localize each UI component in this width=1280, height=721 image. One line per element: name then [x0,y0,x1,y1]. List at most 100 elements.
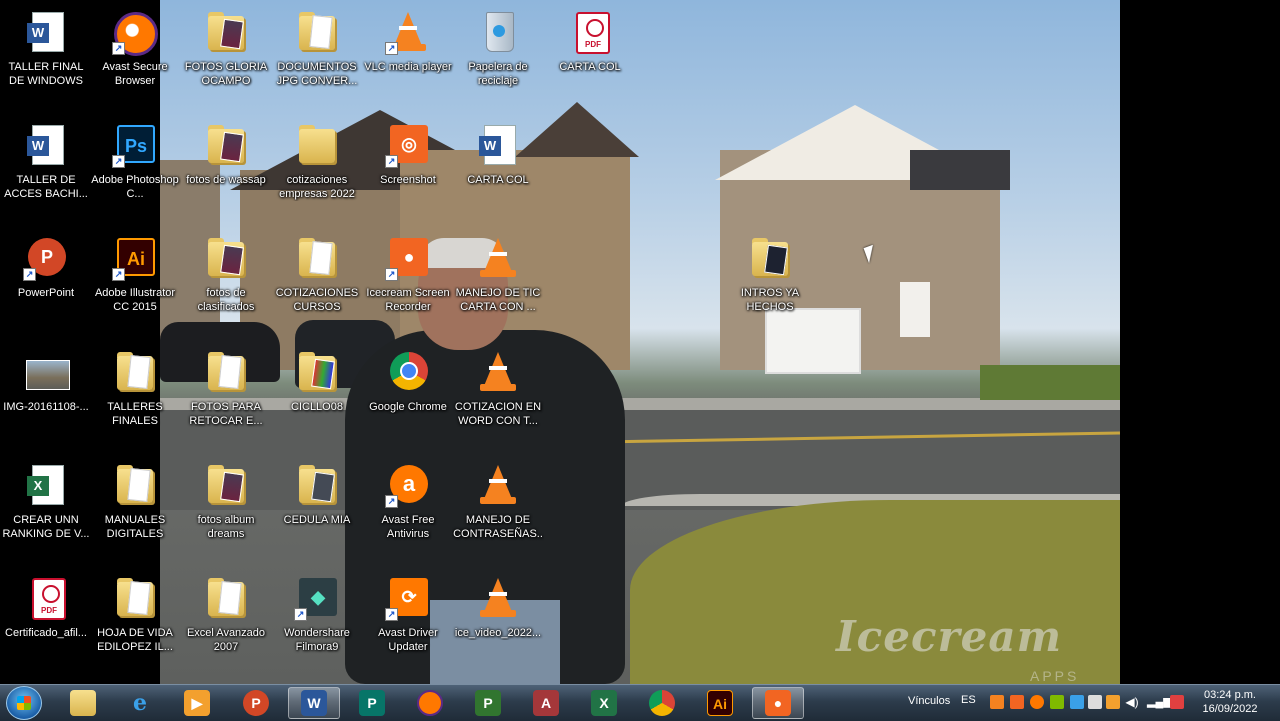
desktop-icon-cotizaciones-cursos[interactable]: COTIZACIONES CURSOS [271,230,363,334]
taskbar-media-player[interactable]: ▶ [171,687,223,719]
desktop-icon-label: Excel Avanzado 2007 [186,627,266,653]
desktop-icon-cotizaciones-empresas[interactable]: cotizaciones empresas 2022 [271,117,363,221]
desktop-icon-avast-driver[interactable]: ⟳ ↗ Avast Driver Updater [362,570,454,674]
taskbar-icecream-recorder[interactable]: ● [752,687,804,719]
desktop-icon-recycle-bin[interactable]: Papelera de reciclaje [452,4,544,108]
desktop-icon-avast-free[interactable]: a ↗ Avast Free Antivirus [362,457,454,561]
desktop-icon-label: FOTOS PARA RETOCAR E... [189,401,263,427]
action-center-flag-icon[interactable] [1170,695,1184,709]
desktop-icon-label: ice_video_2022... [454,627,542,639]
shortcut-arrow-icon: ↗ [294,608,307,621]
desktop-icon-label: COTIZACION EN WORD CON T... [454,401,542,427]
desktop-icon-label: TALLER FINAL DE WINDOWS [8,61,84,87]
desktop-icon-img-20161108[interactable]: IMG-20161108-... [0,344,92,448]
desktop-icon-label: Icecream Screen Recorder [366,287,450,313]
app-tray-icon[interactable] [1050,695,1064,709]
desktop-icon-google-chrome[interactable]: Google Chrome [362,344,454,448]
start-button[interactable] [6,686,42,720]
desktop-icon-talleres-finales[interactable]: TALLERES FINALES [89,344,181,448]
desktop-icon-manejo-tic[interactable]: MANEJO DE TIC CARTA CON ... [452,230,544,334]
desktop-icon-cotizacion-word[interactable]: COTIZACION EN WORD CON T... [452,344,544,448]
taskbar-file-explorer[interactable] [57,687,109,719]
desktop-icon-excel-avanzado[interactable]: Excel Avanzado 2007 [180,570,272,674]
avast-tray-icon[interactable] [1030,695,1044,709]
desktop-icon-filmora[interactable]: ◆ ↗ Wondershare Filmora9 [271,570,363,674]
folder-icon [750,236,790,280]
shortcut-arrow-icon: ↗ [385,155,398,168]
signal-icon[interactable]: ▂▄▆ [1147,695,1172,709]
desktop-icon-taller-final-windows[interactable]: W TALLER FINAL DE WINDOWS [0,4,92,108]
icecream-tray-icon[interactable] [1010,695,1024,709]
taskbar-access[interactable]: A [520,687,572,719]
desktop-icon-crear-ranking[interactable]: X CREAR UNN RANKING DE V... [0,457,92,561]
desktop-icon-manuales-digitales[interactable]: MANUALES DIGITALES [89,457,181,561]
taskbar-avast-browser[interactable] [404,687,456,719]
desktop-icon-intros-ya-hechos[interactable]: INTROS YA HECHOS [724,230,816,334]
links-toolbar[interactable]: Vínculos [908,695,950,707]
vlc-tray-icon[interactable] [990,695,1004,709]
desktop[interactable]: Icecream APPS W TALLER FINAL DE WINDOWS … [0,0,1280,684]
desktop-icon-fotos-gloria[interactable]: FOTOS GLORIA OCAMPO [180,4,272,108]
desktop-icon-carta-col-pdf[interactable]: PDF CARTA COL [544,4,636,108]
folder-icon [115,463,155,507]
pdf-icon: PDF [26,576,66,620]
desktop-icon-illustrator[interactable]: Ai ↗ Adobe Illustrator CC 2015 [89,230,181,334]
volume-icon[interactable]: ◀) [1125,695,1139,709]
desktop-icon-powerpoint[interactable]: P ↗ PowerPoint [0,230,92,334]
desktop-icon-label: Wondershare Filmora9 [284,627,350,653]
network-drive-tray-icon[interactable] [1070,695,1084,709]
desktop-icon-fotos-wassap[interactable]: fotos de wassap [180,117,272,221]
shortcut-arrow-icon: ↗ [385,495,398,508]
taskbar-illustrator[interactable]: Ai [694,687,746,719]
taskbar-internet-explorer[interactable]: e [114,687,166,719]
desktop-icon-documentos-jpg[interactable]: DOCUMENTOS JPG CONVER... [271,4,363,108]
system-clock[interactable]: 03:24 p.m. 16/09/2022 [1190,688,1270,716]
desktop-icon-hoja-de-vida[interactable]: HOJA DE VIDA EDILOPEZ IL... [89,570,181,674]
safely-remove-tray-icon[interactable] [1088,695,1102,709]
desktop-icon-fotos-album-dreams[interactable]: fotos album dreams [180,457,272,561]
taskbar-chrome[interactable] [636,687,688,719]
desktop-icon-label: DOCUMENTOS JPG CONVER... [276,61,358,87]
taskbar-excel[interactable]: X [578,687,630,719]
desktop-icon-ice-video[interactable]: ice_video_2022... [452,570,544,674]
desktop-icon-photoshop[interactable]: Ps ↗ Adobe Photoshop C... [89,117,181,221]
taskbar-word[interactable]: W [288,687,340,719]
desktop-icon-icecream-recorder[interactable]: ● ↗ Icecream Screen Recorder [362,230,454,334]
desktop-icon-label: VLC media player [364,61,452,73]
desktop-icon-ciclo08[interactable]: CICLLO08 [271,344,363,448]
update-tray-icon[interactable] [1106,695,1120,709]
desktop-icon-fotos-clasificados[interactable]: fotos de clasificados [180,230,272,334]
desktop-icon-label: Papelera de reciclaje [468,61,528,87]
desktop-icon-label: CREAR UNN RANKING DE V... [2,514,90,540]
desktop-icon-label: Adobe Photoshop C... [91,174,179,200]
desktop-icon-certificado[interactable]: PDF Certificado_afil... [0,570,92,674]
desktop-icon-taller-acces[interactable]: W TALLER DE ACCES BACHI... [0,117,92,221]
avast-driver-icon: ⟳ ↗ [385,576,428,621]
vlc-icon [478,350,518,394]
folder-icon [206,350,246,394]
windows-logo-icon [17,696,31,710]
desktop-icon-label: Certificado_afil... [5,627,87,639]
taskbar-publisher[interactable]: P [346,687,398,719]
desktop-icon-vlc[interactable]: ↗ VLC media player [362,4,454,108]
desktop-icon-label: fotos album dreams [197,514,255,540]
language-indicator[interactable]: ES [961,694,976,706]
icecream-watermark-sub: APPS [1030,668,1080,684]
desktop-icon-cedula-mia[interactable]: CEDULA MIA [271,457,363,561]
folder-icon [115,576,155,620]
desktop-icon-avast-browser[interactable]: ↗ Avast Secure Browser [89,4,181,108]
filmora-icon: ◆ ↗ [294,576,337,621]
desktop-icon-label: CICLLO08 [291,401,343,413]
word-icon: W [301,690,327,716]
taskbar-project[interactable]: P [462,687,514,719]
vlc-icon: ↗ [385,10,428,55]
desktop-icon-label: TALLER DE ACCES BACHI... [4,174,88,200]
shortcut-arrow-icon: ↗ [385,268,398,281]
taskbar-powerpoint[interactable]: P [230,687,282,719]
project-icon: P [475,690,501,716]
word-icon: W [26,123,66,167]
desktop-icon-screenshot[interactable]: ◎ ↗ Screenshot [362,117,454,221]
desktop-icon-carta-col-word[interactable]: W CARTA COL [452,117,544,221]
desktop-icon-manejo-contrasenas[interactable]: MANEJO DE CONTRASEÑAS... [452,457,544,561]
desktop-icon-fotos-retocar[interactable]: FOTOS PARA RETOCAR E... [180,344,272,448]
